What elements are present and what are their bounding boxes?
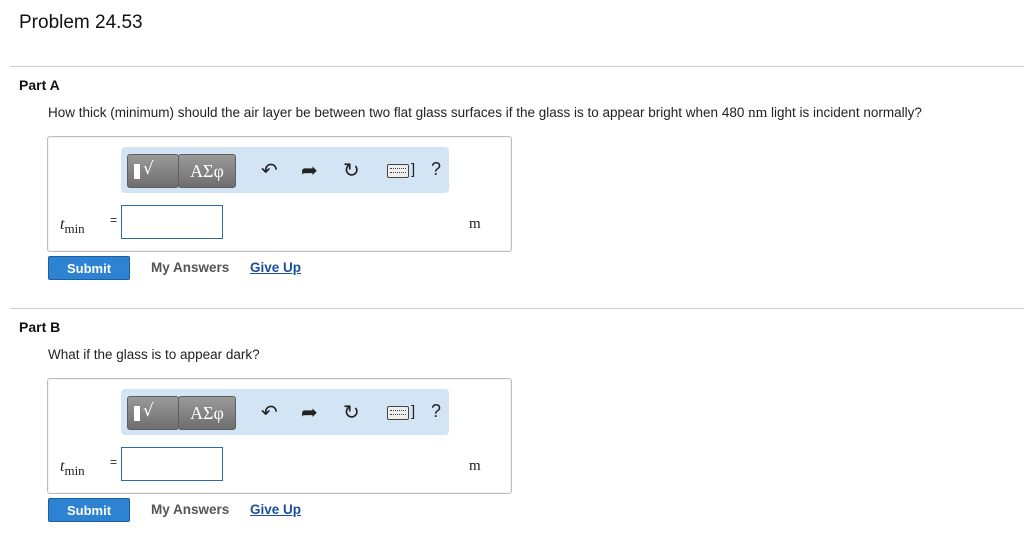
answer-input[interactable]	[121, 205, 223, 239]
reset-icon[interactable]: ↻	[343, 401, 360, 423]
my-answers-link[interactable]: My Answers	[151, 260, 229, 275]
give-up-link[interactable]: Give Up	[250, 502, 301, 517]
unit-nm: nm	[748, 105, 768, 121]
keyboard-icon[interactable]	[387, 164, 409, 178]
problem-title: Problem 24.53	[19, 12, 143, 33]
greek-label: ΑΣφ	[190, 403, 224, 423]
part-b-answer-box: √ ΑΣφ ↶ ➦ ↻ ] ? tmin = m	[47, 378, 512, 494]
keyboard-bracket: ]	[411, 403, 416, 420]
divider	[10, 308, 1024, 309]
reset-icon[interactable]: ↻	[343, 159, 360, 181]
keyboard-icon[interactable]	[387, 406, 409, 420]
help-icon[interactable]: ?	[431, 401, 441, 422]
redo-icon[interactable]: ➦	[301, 401, 318, 423]
greek-label: ΑΣφ	[190, 161, 224, 181]
part-a-answer-box: √ ΑΣφ ↶ ➦ ↻ ] ? tmin = m	[47, 136, 512, 252]
keyboard-bracket: ]	[411, 161, 416, 178]
unit-label: m	[469, 216, 481, 232]
unit-label: m	[469, 458, 481, 474]
greek-symbols-button[interactable]: ΑΣφ	[178, 396, 236, 430]
part-a-label: Part A	[19, 77, 60, 93]
templates-button[interactable]: √	[127, 154, 179, 188]
part-b-label: Part B	[19, 319, 61, 335]
part-b-question: What if the glass is to appear dark?	[48, 347, 260, 362]
equals-sign: =	[110, 455, 118, 469]
greek-symbols-button[interactable]: ΑΣφ	[178, 154, 236, 188]
variable-label: tmin	[60, 216, 85, 236]
equals-sign: =	[110, 213, 118, 227]
give-up-link[interactable]: Give Up	[250, 260, 301, 275]
redo-icon[interactable]: ➦	[301, 159, 318, 181]
undo-icon[interactable]: ↶	[261, 159, 278, 181]
sqrt-icon: √	[143, 159, 154, 179]
variable-label: tmin	[60, 458, 85, 478]
math-toolbar: √ ΑΣφ ↶ ➦ ↻ ] ?	[121, 147, 449, 193]
part-a-question: How thick (minimum) should the air layer…	[48, 105, 922, 121]
math-toolbar: √ ΑΣφ ↶ ➦ ↻ ] ?	[121, 389, 449, 435]
undo-icon[interactable]: ↶	[261, 401, 278, 423]
answer-input[interactable]	[121, 447, 223, 481]
my-answers-link[interactable]: My Answers	[151, 502, 229, 517]
template-block-icon	[134, 406, 140, 421]
divider	[10, 66, 1024, 67]
template-block-icon	[134, 164, 140, 179]
submit-button[interactable]: Submit	[48, 498, 130, 522]
sqrt-icon: √	[143, 401, 154, 421]
help-icon[interactable]: ?	[431, 159, 441, 180]
templates-button[interactable]: √	[127, 396, 179, 430]
submit-button[interactable]: Submit	[48, 256, 130, 280]
